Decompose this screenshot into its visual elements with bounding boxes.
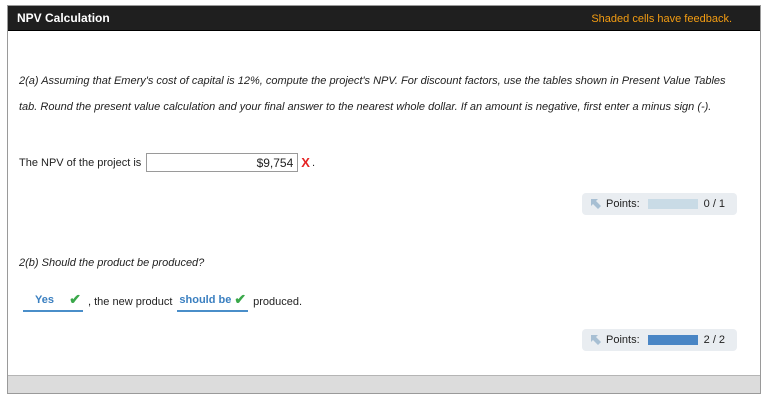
dropdown-value: should be xyxy=(179,293,232,306)
points-badge-2a: Points: 0 / 1 xyxy=(582,193,737,215)
npv-label: The NPV of the project is xyxy=(19,156,142,169)
arrow-up-left-icon[interactable] xyxy=(590,334,602,346)
question-2a: 2(a) Assuming that Emery's cost of capit… xyxy=(19,75,726,113)
npv-row: The NPV of the project is X . xyxy=(19,153,315,172)
feedback-note: Shaded cells have feedback. xyxy=(591,13,732,25)
yes-no-dropdown[interactable]: Yes ✔ xyxy=(23,291,83,312)
period-text: . xyxy=(311,156,316,169)
panel-title: NPV Calculation xyxy=(17,11,110,25)
should-be-dropdown[interactable]: should be ✔ xyxy=(177,291,249,312)
problem-panel: NPV Calculation Shaded cells have feedba… xyxy=(7,5,761,394)
question-2b: 2(b) Should the product be produced? xyxy=(19,257,205,269)
points-progress-bar xyxy=(647,199,698,209)
npv-input[interactable] xyxy=(146,153,299,172)
dropdown-value: Yes xyxy=(35,293,54,306)
incorrect-icon: X xyxy=(301,155,310,170)
check-icon: ✔ xyxy=(69,291,81,307)
panel-footer xyxy=(8,375,760,393)
answer-end-text: produced. xyxy=(253,295,303,308)
answer-middle-text: , the new product xyxy=(88,295,173,308)
points-score: 0 / 1 xyxy=(703,198,726,210)
check-icon: ✔ xyxy=(234,291,247,307)
points-score: 2 / 2 xyxy=(703,334,726,346)
points-badge-2b: Points: 2 / 2 xyxy=(582,329,737,351)
answer-row-2b: Yes ✔ , the new product should be ✔ prod… xyxy=(23,291,307,312)
points-label: Points: xyxy=(606,198,640,210)
points-progress-bar xyxy=(647,335,698,345)
panel-header: NPV Calculation Shaded cells have feedba… xyxy=(8,6,760,31)
points-label: Points: xyxy=(606,334,640,346)
points-progress-fill xyxy=(647,335,698,345)
arrow-up-left-icon[interactable] xyxy=(590,198,602,210)
